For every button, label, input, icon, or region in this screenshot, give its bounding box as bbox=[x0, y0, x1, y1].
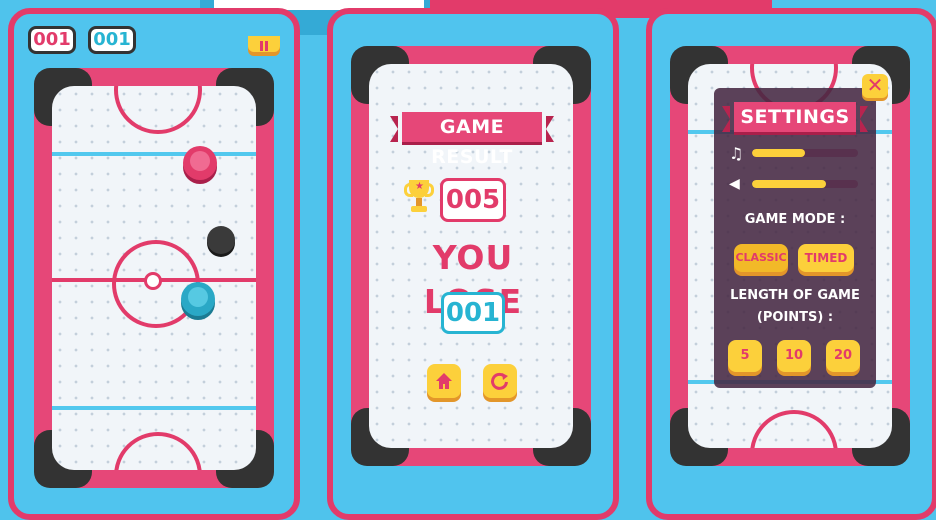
result-title: GAME RESULT bbox=[390, 112, 554, 168]
rink-ice bbox=[52, 86, 256, 470]
music-volume-fill bbox=[752, 149, 805, 157]
close-icon: ✕ bbox=[866, 73, 884, 97]
music-icon: ♫ bbox=[729, 144, 744, 163]
best-score: 005 bbox=[440, 178, 506, 222]
score-blue: 001 bbox=[88, 26, 136, 54]
settings-title: SETTINGS bbox=[722, 102, 868, 132]
rink-frame bbox=[34, 68, 274, 488]
puck[interactable] bbox=[207, 226, 235, 254]
pause-icon bbox=[260, 41, 263, 51]
restart-icon bbox=[491, 372, 508, 390]
restart-button[interactable] bbox=[483, 364, 517, 398]
close-button[interactable]: ✕ bbox=[862, 74, 888, 98]
pause-button[interactable] bbox=[248, 36, 280, 52]
timed-mode-button[interactable]: TIMED bbox=[798, 244, 854, 272]
game-mode-label: GAME MODE : bbox=[744, 212, 846, 227]
red-mallet[interactable] bbox=[183, 146, 217, 180]
classic-mode-button[interactable]: CLASSIC bbox=[734, 244, 788, 272]
blue-mallet[interactable] bbox=[181, 282, 215, 316]
home-button[interactable] bbox=[427, 364, 461, 398]
speaker-icon: ◀ bbox=[729, 176, 740, 192]
length-20-button[interactable]: 20 bbox=[826, 340, 860, 372]
length-5-button[interactable]: 5 bbox=[728, 340, 762, 372]
score-red: 001 bbox=[28, 26, 76, 54]
player-score: 001 bbox=[441, 292, 505, 334]
sound-volume-slider[interactable] bbox=[752, 180, 858, 188]
length-label-line2: (POINTS) : bbox=[756, 310, 834, 325]
trophy-icon: ★ bbox=[404, 180, 434, 216]
sound-volume-fill bbox=[752, 180, 827, 188]
length-10-button[interactable]: 10 bbox=[777, 340, 811, 372]
home-icon bbox=[436, 373, 452, 389]
length-label-line1: LENGTH OF GAME bbox=[730, 288, 860, 303]
music-volume-slider[interactable] bbox=[752, 149, 858, 157]
